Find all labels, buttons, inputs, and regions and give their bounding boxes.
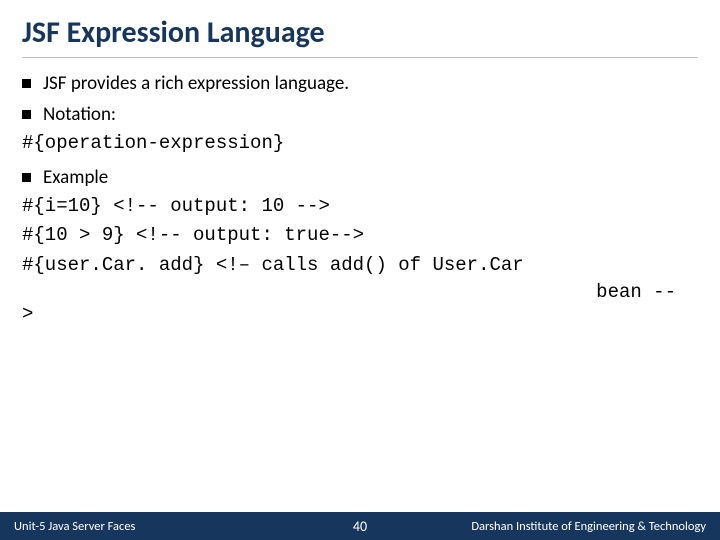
- slide-title: JSF Expression Language: [22, 14, 698, 58]
- code-example-2: #{10 > 9} <!-- output: true-->: [22, 222, 698, 250]
- slide-footer: Unit-5 Java Server Faces 40 Darshan Inst…: [0, 512, 720, 540]
- footer-institute: Darshan Institute of Engineering & Techn…: [385, 519, 720, 534]
- footer-unit: Unit-5 Java Server Faces: [0, 519, 335, 534]
- bullet-text: Notation:: [43, 103, 116, 126]
- bullet-square-icon: [22, 173, 31, 182]
- bullet-item: JSF provides a rich expression language.: [22, 72, 698, 95]
- bullet-square-icon: [22, 79, 31, 88]
- bullet-item: Example: [22, 166, 698, 189]
- bullet-item: Notation:: [22, 103, 698, 126]
- code-notation: #{operation-expression}: [22, 130, 698, 158]
- code-example-1: #{i=10} <!-- output: 10 -->: [22, 193, 698, 221]
- bullet-square-icon: [22, 110, 31, 119]
- bullet-text: Example: [43, 166, 108, 189]
- code-closing-bracket: >: [22, 303, 698, 325]
- footer-page-number: 40: [335, 518, 385, 535]
- bullet-text: JSF provides a rich expression language.: [43, 72, 349, 95]
- code-example-3: #{user.Car. add} <!– calls add() of User…: [22, 252, 698, 280]
- code-example-3-cont: bean --: [22, 281, 698, 303]
